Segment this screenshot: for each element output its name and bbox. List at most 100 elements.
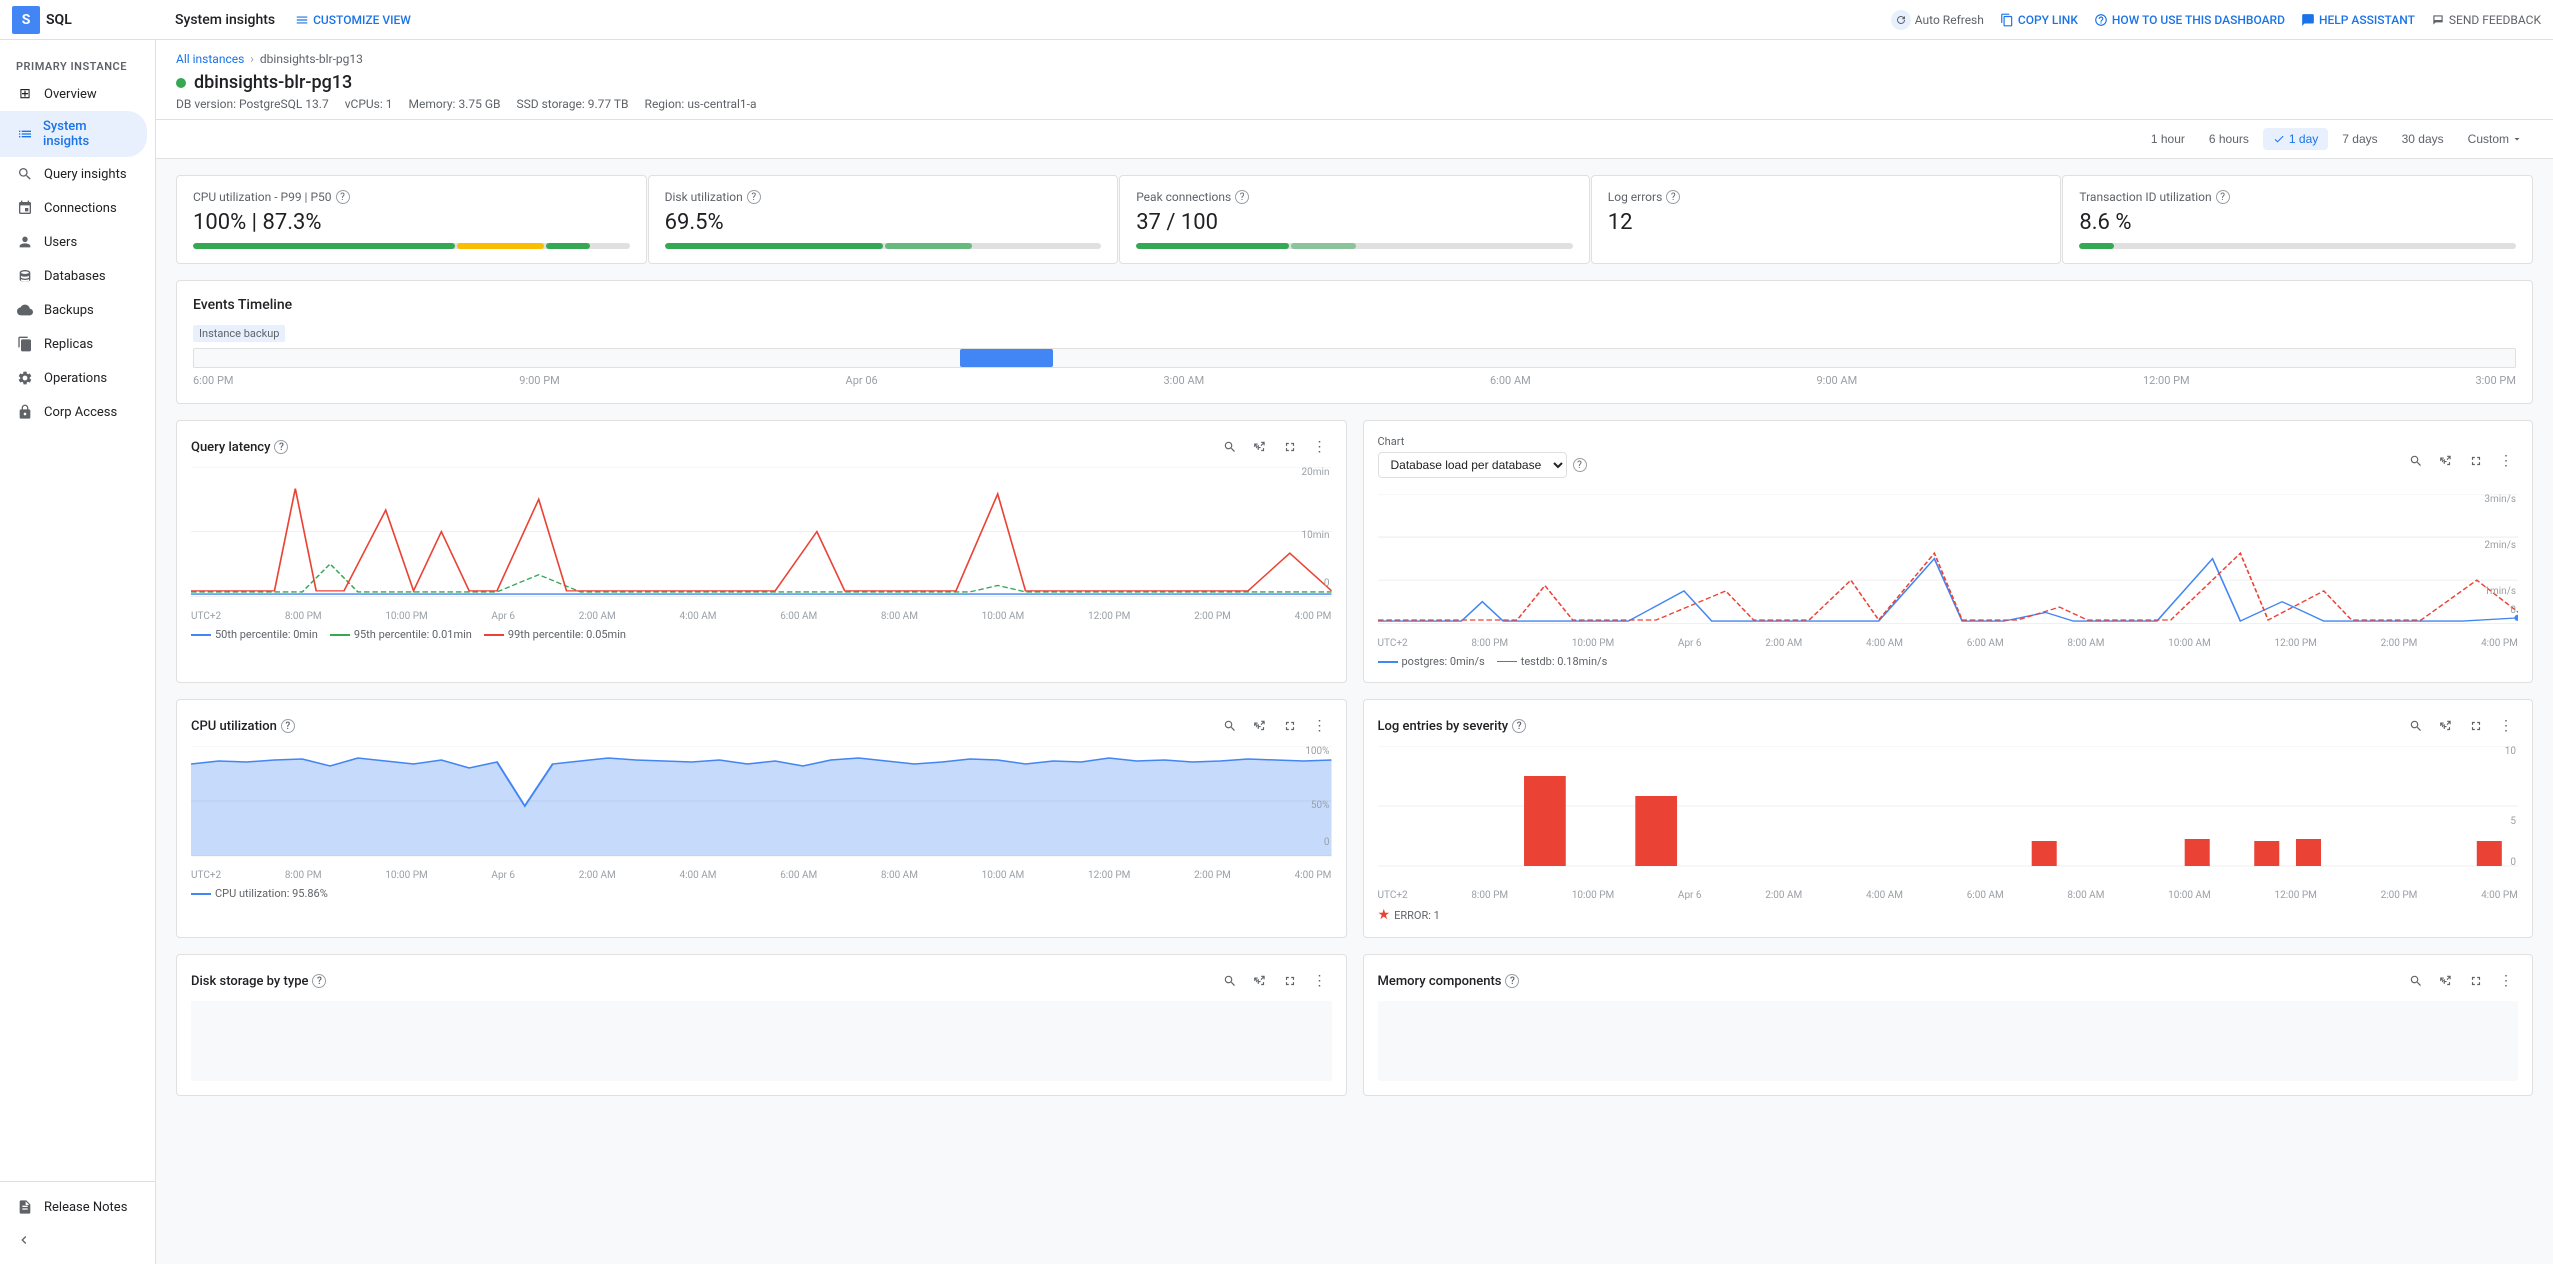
metrics-row: CPU utilization - P99 | P50 ? 100% | 87.… xyxy=(156,159,2553,280)
fullscreen-icon[interactable] xyxy=(2464,449,2488,473)
overview-icon: ⊞ xyxy=(16,85,34,103)
fullscreen-icon[interactable] xyxy=(2464,714,2488,738)
legend-testdb: testdb: 0.18min/s xyxy=(1497,655,1608,668)
bar-fill xyxy=(1291,243,1356,249)
legend-error: ★ ERROR: 1 xyxy=(1378,907,1440,923)
expand-icon[interactable] xyxy=(1248,435,1272,459)
database-load-help-icon[interactable]: ? xyxy=(1573,458,1587,472)
expand-icon[interactable] xyxy=(2434,449,2458,473)
users-icon xyxy=(16,233,34,251)
app-logo: S SQL xyxy=(12,6,167,34)
bar-fill xyxy=(193,243,455,249)
zoom-icon[interactable] xyxy=(1218,435,1242,459)
time-btn-7days[interactable]: 7 days xyxy=(2332,128,2387,150)
connections-help-icon[interactable]: ? xyxy=(1235,190,1249,204)
time-btn-30days[interactable]: 30 days xyxy=(2392,128,2454,150)
disk-storage-chart: Disk storage by type ? ⋮ xyxy=(176,954,1347,1096)
database-load-area: 3min/s 2min/s 1min/s 0 xyxy=(1378,494,2519,634)
memory-components-chart: Memory components ? ⋮ xyxy=(1363,954,2534,1096)
customize-view-button[interactable]: CUSTOMIZE VIEW xyxy=(295,13,411,27)
how-to-use-button[interactable]: HOW TO USE THIS DASHBOARD xyxy=(2094,13,2285,27)
sidebar-item-corp-access[interactable]: Corp Access xyxy=(0,395,147,429)
bar-fill xyxy=(457,243,544,249)
sidebar-item-release-notes[interactable]: Release Notes xyxy=(0,1190,147,1224)
metric-title-connections: Peak connections ? xyxy=(1136,190,1573,204)
sidebar-item-overview[interactable]: ⊞ Overview xyxy=(0,77,147,111)
sidebar-item-system-insights[interactable]: System insights xyxy=(0,111,147,157)
fullscreen-icon[interactable] xyxy=(1278,435,1302,459)
bar-fill xyxy=(665,243,883,249)
metric-title-log-errors: Log errors ? xyxy=(1608,190,2045,204)
metric-title-txn: Transaction ID utilization ? xyxy=(2079,190,2516,204)
more-options-icon[interactable]: ⋮ xyxy=(1308,969,1332,993)
top-bar-actions: Auto Refresh COPY LINK HOW TO USE THIS D… xyxy=(1891,10,2541,30)
sidebar-item-query-insights[interactable]: Query insights xyxy=(0,157,147,191)
database-load-select[interactable]: Database load per database xyxy=(1378,452,1567,478)
bar-fill xyxy=(1136,243,1289,249)
txn-help-icon[interactable]: ? xyxy=(2216,190,2230,204)
disk-storage-help-icon[interactable]: ? xyxy=(312,974,326,988)
expand-icon[interactable] xyxy=(1248,969,1272,993)
zoom-icon[interactable] xyxy=(2404,969,2428,993)
instance-title: dbinsights-blr-pg13 xyxy=(176,72,2533,93)
query-latency-chart: Query latency ? ⋮ xyxy=(176,420,1347,683)
chart-select-row: Database load per database ? xyxy=(1378,452,1587,478)
zoom-icon[interactable] xyxy=(1218,714,1242,738)
sidebar-item-backups[interactable]: Backups xyxy=(0,293,147,327)
query-latency-axis: UTC+28:00 PM10:00 PMApr 62:00 AM4:00 AM6… xyxy=(191,611,1332,622)
cpu-util-help-icon[interactable]: ? xyxy=(281,719,295,733)
more-options-icon[interactable]: ⋮ xyxy=(2494,714,2518,738)
operations-icon xyxy=(16,369,34,387)
sidebar-collapse-button[interactable] xyxy=(0,1224,155,1256)
send-feedback-button[interactable]: SEND FEEDBACK xyxy=(2431,13,2541,27)
more-options-icon[interactable]: ⋮ xyxy=(1308,714,1332,738)
sidebar-item-label: Corp Access xyxy=(44,405,117,420)
chart-title: CPU utilization ? xyxy=(191,719,295,734)
expand-icon[interactable] xyxy=(1248,714,1272,738)
backups-icon xyxy=(16,301,34,319)
more-options-icon[interactable]: ⋮ xyxy=(1308,435,1332,459)
sidebar-item-operations[interactable]: Operations xyxy=(0,361,147,395)
cpu-help-icon[interactable]: ? xyxy=(336,190,350,204)
time-btn-1hour[interactable]: 1 hour xyxy=(2141,128,2195,150)
help-assistant-button[interactable]: HELP ASSISTANT xyxy=(2301,13,2415,27)
logo-icon: S xyxy=(12,6,40,34)
chart-title: Memory components ? xyxy=(1378,974,1520,989)
more-options-icon[interactable]: ⋮ xyxy=(2494,969,2518,993)
legend-99th: 99th percentile: 0.05min xyxy=(484,628,626,641)
sidebar-item-users[interactable]: Users xyxy=(0,225,147,259)
sidebar-item-databases[interactable]: Databases xyxy=(0,259,147,293)
zoom-icon[interactable] xyxy=(2404,714,2428,738)
fullscreen-icon[interactable] xyxy=(1278,714,1302,738)
auto-refresh-button[interactable]: Auto Refresh xyxy=(1891,10,1984,30)
corp-access-icon xyxy=(16,403,34,421)
metric-value-txn: 8.6 % xyxy=(2079,210,2516,235)
time-btn-6hours[interactable]: 6 hours xyxy=(2199,128,2259,150)
chart-actions: ⋮ xyxy=(2404,449,2518,473)
timeline-label: Instance backup xyxy=(193,325,285,342)
expand-icon[interactable] xyxy=(2434,969,2458,993)
log-entries-help-icon[interactable]: ? xyxy=(1512,719,1526,733)
time-btn-1day[interactable]: 1 day xyxy=(2263,128,2328,150)
sidebar-item-replicas[interactable]: Replicas xyxy=(0,327,147,361)
fullscreen-icon[interactable] xyxy=(2464,969,2488,993)
expand-icon[interactable] xyxy=(2434,714,2458,738)
zoom-icon[interactable] xyxy=(1218,969,1242,993)
zoom-icon[interactable] xyxy=(2404,449,2428,473)
disk-help-icon[interactable]: ? xyxy=(747,190,761,204)
metric-title-cpu: CPU utilization - P99 | P50 ? xyxy=(193,190,630,204)
breadcrumb-parent[interactable]: All instances xyxy=(176,52,244,66)
breadcrumb: All instances › dbinsights-blr-pg13 xyxy=(176,52,2533,66)
sidebar-item-connections[interactable]: Connections xyxy=(0,191,147,225)
time-btn-custom[interactable]: Custom xyxy=(2458,128,2533,150)
query-latency-help-icon[interactable]: ? xyxy=(274,440,288,454)
instance-name: dbinsights-blr-pg13 xyxy=(194,72,352,93)
legend-postgres: postgres: 0min/s xyxy=(1378,655,1485,668)
memory-placeholder xyxy=(1378,1001,2519,1081)
copy-link-button[interactable]: COPY LINK xyxy=(2000,13,2078,27)
more-options-icon[interactable]: ⋮ xyxy=(2494,449,2518,473)
fullscreen-icon[interactable] xyxy=(1278,969,1302,993)
log-errors-help-icon[interactable]: ? xyxy=(1666,190,1680,204)
chart-actions: ⋮ xyxy=(1218,714,1332,738)
memory-help-icon[interactable]: ? xyxy=(1505,974,1519,988)
